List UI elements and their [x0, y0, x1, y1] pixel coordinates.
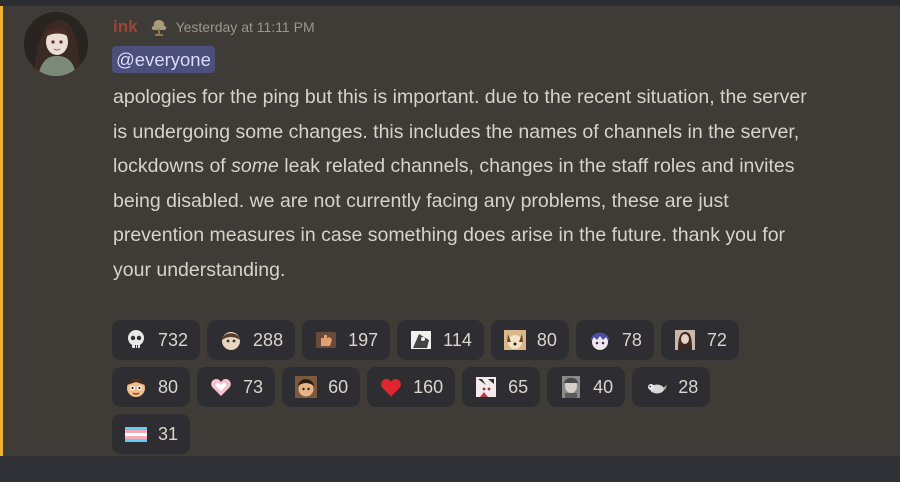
reaction-button[interactable]: 114	[397, 320, 484, 360]
boy-face-icon	[294, 375, 318, 399]
reaction-count: 114	[443, 329, 472, 350]
hand-icon	[314, 328, 338, 352]
reaction-count: 78	[621, 329, 642, 350]
sketch-face-icon	[474, 375, 498, 399]
reaction-count: 60	[328, 376, 349, 397]
mention-highlight-bar	[0, 6, 3, 456]
role-tree-icon	[148, 16, 170, 38]
reaction-count: 65	[508, 376, 529, 397]
username[interactable]: ink	[113, 17, 138, 37]
reaction-button[interactable]: 72	[660, 320, 739, 360]
reaction-button[interactable]: 732	[112, 320, 201, 360]
reaction-count: 160	[413, 376, 444, 397]
reaction-count: 80	[536, 329, 557, 350]
avatar[interactable]	[24, 12, 88, 76]
pink-heart-icon	[209, 375, 233, 399]
reaction-button[interactable]: 31	[112, 414, 191, 454]
red-heart-icon	[379, 375, 403, 399]
reaction-button[interactable]: 40	[547, 367, 626, 407]
reaction-button[interactable]: 28	[632, 367, 711, 407]
reaction-count: 28	[678, 376, 699, 397]
message-header: ink Yesterday at 11:11 PM	[113, 14, 315, 40]
avatar-image	[24, 12, 88, 76]
skull-icon	[124, 328, 148, 352]
reaction-button[interactable]: 73	[197, 367, 276, 407]
reaction-button[interactable]: 78	[575, 320, 654, 360]
dog-icon	[503, 328, 527, 352]
reaction-button[interactable]: 80	[490, 320, 569, 360]
reaction-button[interactable]: 197	[302, 320, 391, 360]
message-body-emphasis: some	[231, 155, 279, 177]
reaction-count: 72	[706, 329, 727, 350]
reactions-row: 732 288 197 114 80 78 72	[112, 320, 832, 360]
portrait-icon	[673, 328, 697, 352]
reaction-button[interactable]: 60	[282, 367, 361, 407]
reaction-count: 31	[158, 423, 179, 444]
cartoon-face-icon	[124, 375, 148, 399]
reaction-count: 73	[243, 376, 264, 397]
reaction-button[interactable]: 160	[367, 367, 456, 407]
reaction-button[interactable]: 80	[112, 367, 191, 407]
trans-flag-icon	[124, 422, 148, 446]
reaction-count: 40	[593, 376, 614, 397]
window-top-bar	[0, 0, 900, 6]
reactions-row: 80 73 60 160 65 40 28	[112, 367, 832, 407]
reaction-count: 288	[253, 329, 284, 350]
purple-hair-icon	[588, 328, 612, 352]
reaction-count: 197	[348, 329, 379, 350]
reaction-button[interactable]: 288	[207, 320, 296, 360]
reactions-bar: 732 288 197 114 80 78 72 80 73 60 160 65…	[112, 320, 832, 461]
small-creature-icon	[644, 375, 668, 399]
reactions-row: 31	[112, 414, 832, 454]
anime-face-icon	[219, 328, 243, 352]
manga-panel-icon	[409, 328, 433, 352]
window-bottom-bar	[0, 456, 900, 482]
photo-face-icon	[559, 375, 583, 399]
everyone-mention[interactable]: @everyone	[112, 46, 215, 73]
message-timestamp: Yesterday at 11:11 PM	[175, 19, 315, 35]
reaction-button[interactable]: 65	[462, 367, 541, 407]
message-body: apologies for the ping but this is impor…	[113, 80, 813, 287]
reaction-count: 80	[158, 376, 179, 397]
reaction-count: 732	[158, 329, 189, 350]
